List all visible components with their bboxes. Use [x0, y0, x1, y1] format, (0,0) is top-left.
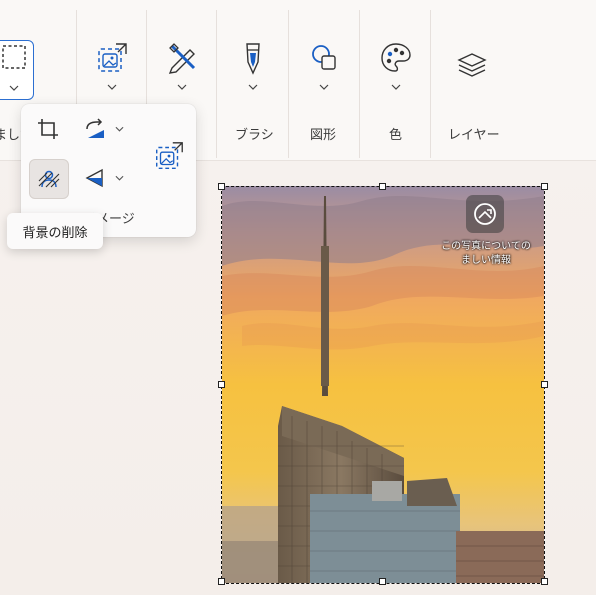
color-group-label: 色	[389, 128, 403, 143]
selection-button[interactable]	[0, 40, 34, 100]
photo-info-button[interactable]	[466, 195, 504, 233]
resize-handle-bottom-center[interactable]	[379, 578, 386, 585]
brush-group-label: ブラシ	[235, 128, 274, 143]
chevron-down-icon	[391, 84, 401, 90]
layers-icon	[457, 53, 487, 77]
resize-icon	[156, 142, 183, 169]
color-button[interactable]	[374, 40, 418, 98]
shapes-button[interactable]	[302, 40, 346, 98]
crop-icon	[38, 119, 58, 139]
resize-handle-middle-left[interactable]	[218, 381, 225, 388]
shapes-group: 図形	[290, 0, 360, 160]
photo-info-text[interactable]: この写真についての ましい情報	[436, 240, 536, 268]
divider	[430, 10, 431, 158]
photo-info-line1: この写真についての	[441, 241, 531, 252]
selection-rectangle-icon	[2, 45, 26, 69]
chevron-down-icon	[107, 84, 117, 90]
photo-info-line2: ましい情報	[461, 255, 511, 266]
layers-button[interactable]	[450, 48, 494, 106]
rotate-icon	[86, 118, 104, 138]
color-group: 色	[361, 0, 431, 160]
resize-handle-top-right[interactable]	[541, 183, 548, 190]
image-resize-icon	[98, 43, 127, 72]
chevron-down-icon	[115, 175, 124, 181]
chevron-down-icon	[9, 85, 19, 91]
tooltip: 背景の削除	[7, 213, 103, 249]
divider	[359, 10, 360, 158]
background-remove-button[interactable]	[29, 159, 69, 199]
chevron-down-icon	[115, 126, 124, 132]
resize-handle-top-left[interactable]	[218, 183, 225, 190]
shapes-icon	[312, 45, 336, 70]
shapes-group-label: 図形	[310, 128, 337, 143]
crop-button[interactable]	[29, 110, 67, 148]
layers-group-label: レイヤー	[448, 128, 500, 143]
resize-button[interactable]	[147, 134, 191, 178]
background-remove-icon	[38, 170, 60, 188]
pencil-ruler-icon	[168, 43, 196, 74]
chevron-down-icon	[177, 84, 187, 90]
image-resize-button[interactable]	[90, 40, 134, 98]
brush-icon	[246, 43, 260, 75]
resize-handle-middle-right[interactable]	[541, 381, 548, 388]
resize-handle-top-center[interactable]	[379, 183, 386, 190]
divider	[288, 10, 289, 158]
chevron-down-icon	[319, 84, 329, 90]
rotate-button[interactable]	[76, 110, 131, 148]
resize-handle-bottom-right[interactable]	[541, 578, 548, 585]
visual-search-icon	[474, 203, 496, 225]
layers-group: レイヤー	[432, 0, 522, 160]
palette-icon	[381, 43, 411, 72]
flip-button[interactable]	[76, 159, 131, 197]
divider	[216, 10, 217, 158]
resize-handle-bottom-left[interactable]	[218, 578, 225, 585]
brush-button[interactable]	[231, 40, 275, 98]
flip-icon	[85, 168, 103, 188]
tools-button[interactable]	[160, 40, 204, 98]
chevron-down-icon	[248, 84, 258, 90]
brush-group: ブラシ	[218, 0, 288, 160]
